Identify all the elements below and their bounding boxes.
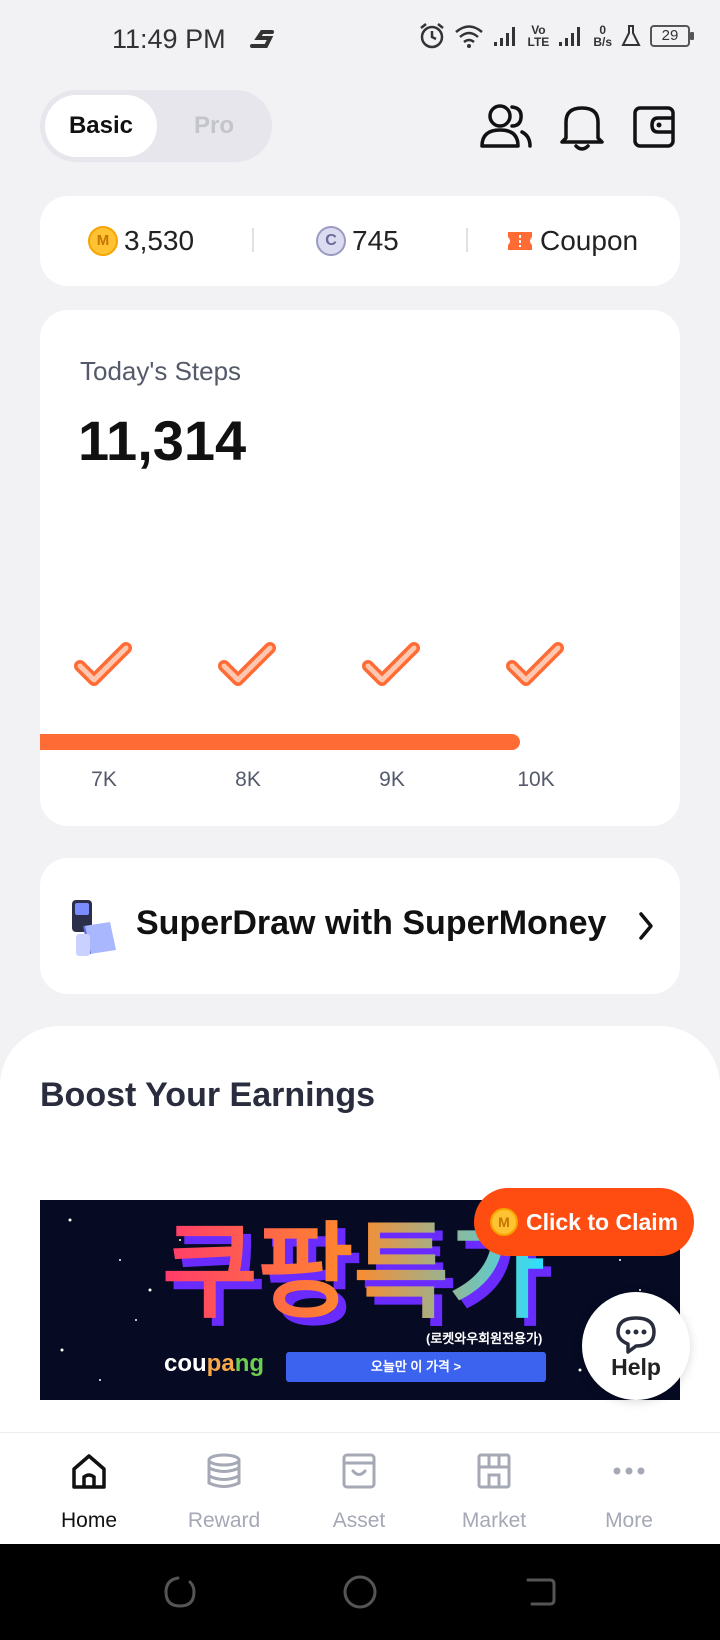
coins-icon bbox=[207, 1453, 241, 1488]
credit-balance[interactable]: C 745 bbox=[316, 196, 399, 286]
chat-icon bbox=[616, 1316, 656, 1354]
chevron-right-icon bbox=[639, 912, 653, 940]
balance-card: M 3,530 C 745 Coupon bbox=[40, 196, 680, 286]
status-icons: Vo LTE 0 B/s 29 bbox=[418, 22, 694, 50]
nav-home[interactable]: Home bbox=[22, 1433, 156, 1545]
nav-market[interactable]: Market bbox=[427, 1433, 561, 1545]
mode-toggle[interactable]: Basic Pro bbox=[40, 90, 272, 162]
flask-icon bbox=[621, 25, 641, 46]
alarm-icon bbox=[419, 23, 444, 49]
lte-indicator: Vo LTE bbox=[528, 24, 550, 48]
milestone-label: 8K bbox=[235, 768, 261, 791]
signal-icon-2 bbox=[559, 27, 581, 46]
coupon-label: Coupon bbox=[540, 225, 639, 256]
nav-reward[interactable]: Reward bbox=[157, 1433, 291, 1545]
status-time: 11:49 PM bbox=[112, 24, 226, 54]
battery-icon: 29 bbox=[650, 25, 694, 47]
divider bbox=[466, 228, 468, 252]
lte-bottom: LTE bbox=[527, 35, 550, 49]
app-notification-icon bbox=[250, 30, 274, 48]
check-icon bbox=[74, 642, 132, 686]
help-label: Help bbox=[611, 1354, 661, 1380]
nav-market-label: Market bbox=[461, 1509, 527, 1532]
nav-asset-label: Asset bbox=[332, 1509, 386, 1532]
credit-icon: C bbox=[316, 226, 346, 256]
nav-reward-label: Reward bbox=[187, 1509, 261, 1532]
steps-value: 11,314 bbox=[78, 409, 247, 472]
coin-amount: 3,530 bbox=[124, 225, 195, 256]
steps-label: Today's Steps bbox=[80, 356, 242, 386]
network-speed-unit: B/s bbox=[593, 35, 612, 49]
coin-icon: M bbox=[490, 1208, 518, 1236]
coupang-logo: coupang bbox=[164, 1350, 264, 1378]
coupon-icon bbox=[508, 232, 532, 250]
mode-pro-tab[interactable]: Pro bbox=[160, 95, 268, 157]
more-icon bbox=[613, 1467, 645, 1475]
phone-image-icon bbox=[72, 900, 116, 956]
boost-title: Boost Your Earnings bbox=[40, 1076, 376, 1114]
nav-more-label: More bbox=[605, 1509, 653, 1532]
nav-home-label: Home bbox=[60, 1509, 118, 1532]
bag-icon bbox=[342, 1453, 376, 1489]
click-to-claim-button[interactable]: M Click to Claim bbox=[474, 1188, 694, 1256]
superdraw-label: SuperDraw with SuperMoney bbox=[136, 904, 607, 942]
logo-part: ng bbox=[234, 1350, 265, 1377]
help-button[interactable]: Help bbox=[582, 1292, 690, 1400]
back-icon[interactable] bbox=[520, 1572, 560, 1612]
banner-subtitle: (로켓와우회원전용가) bbox=[426, 1331, 543, 1346]
logo-part: cou bbox=[164, 1350, 207, 1377]
milestone-label: 10K bbox=[517, 768, 555, 791]
check-icon bbox=[506, 642, 564, 686]
mode-basic-tab[interactable]: Basic bbox=[45, 95, 157, 157]
status-bar: 11:49 PM Vo LTE 0 B/s 29 bbox=[0, 0, 720, 84]
store-icon bbox=[477, 1453, 511, 1489]
home-nav-icon[interactable] bbox=[340, 1572, 380, 1612]
milestone-label: 7K bbox=[91, 768, 117, 791]
claim-label: Click to Claim bbox=[526, 1208, 679, 1235]
coupon-button[interactable]: Coupon bbox=[506, 196, 638, 286]
logo-part: pa bbox=[206, 1350, 235, 1377]
nav-more[interactable]: More bbox=[562, 1433, 696, 1545]
nav-asset[interactable]: Asset bbox=[292, 1433, 426, 1545]
friends-icon[interactable] bbox=[478, 100, 534, 152]
steps-progress-fill bbox=[40, 734, 520, 750]
recents-icon[interactable] bbox=[160, 1572, 200, 1612]
banner-cta-button[interactable]: 오늘만 이 가격 > bbox=[286, 1352, 546, 1382]
system-nav-bar bbox=[0, 1544, 720, 1640]
check-icon bbox=[218, 642, 276, 686]
home-icon bbox=[72, 1454, 106, 1489]
steps-progress-bar bbox=[40, 734, 680, 750]
coin-balance[interactable]: M 3,530 bbox=[88, 196, 194, 286]
bottom-nav: Home Reward Asset Market More bbox=[0, 1432, 720, 1544]
wallet-icon[interactable] bbox=[626, 100, 682, 152]
wifi-icon bbox=[454, 25, 483, 48]
signal-icon bbox=[493, 27, 515, 46]
credit-amount: 745 bbox=[352, 225, 399, 256]
check-icon bbox=[362, 642, 420, 686]
network-speed: 0 B/s bbox=[593, 24, 612, 48]
coin-icon: M bbox=[88, 226, 118, 256]
superdraw-banner[interactable]: SuperDraw with SuperMoney bbox=[40, 858, 680, 994]
divider bbox=[252, 228, 254, 252]
milestone-label: 9K bbox=[379, 768, 405, 791]
steps-card: Today's Steps 11,314 7K 8K 9K 10K bbox=[40, 310, 680, 826]
bell-icon[interactable] bbox=[554, 100, 610, 152]
